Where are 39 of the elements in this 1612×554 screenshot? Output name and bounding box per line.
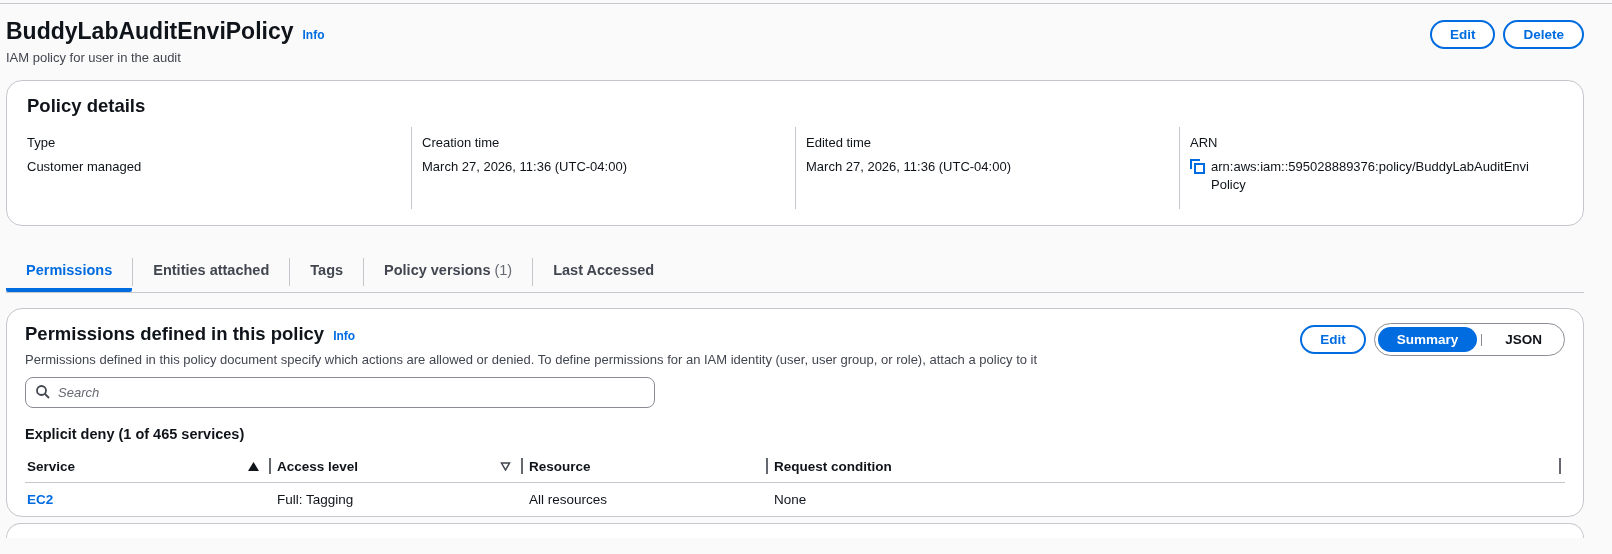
field-label: Edited time <box>806 135 873 150</box>
sort-ascending-icon[interactable] <box>248 461 259 471</box>
column-header[interactable]: Resource <box>529 458 591 474</box>
policy-description: IAM policy for user in the audit <box>6 50 182 65</box>
table-cell: None <box>774 492 807 507</box>
view-option[interactable]: Summary <box>1377 327 1478 352</box>
arn-value: arn:aws:iam::595028889376:policy/BuddyLabAuditEnviPolicy <box>1211 158 1529 194</box>
view-option[interactable]: JSON <box>1486 327 1561 352</box>
card-title: Permissions defined in this policy <box>25 323 325 345</box>
permissions-description: Permissions defined in this policy document specify which actions are allowed or denied. To define permissions for an IAM identity (user, user group, or role), attach a policy to it <box>25 352 1038 367</box>
info-link[interactable]: Info <box>302 28 325 42</box>
field-label: Type <box>27 135 57 150</box>
tab[interactable]: Policy versions (1) <box>364 252 533 292</box>
service-link[interactable]: EC2 <box>27 492 54 507</box>
tab[interactable]: Tags <box>290 252 364 292</box>
search-field[interactable]: Search <box>25 377 655 408</box>
copy-icon[interactable] <box>1190 159 1205 174</box>
tab[interactable]: Permissions <box>6 252 133 292</box>
edit-button[interactable]: Edit <box>1300 325 1366 354</box>
info-link[interactable]: Info <box>333 329 356 343</box>
tab[interactable]: Last Accessed <box>533 252 675 292</box>
field-label: Creation time <box>422 135 501 150</box>
section-title: Explicit deny (1 of 465 services) <box>25 426 246 442</box>
policy-title: BuddyLabAuditEnviPolicy <box>6 18 294 45</box>
sort-icon[interactable] <box>500 461 511 471</box>
column-header[interactable]: Service <box>27 458 76 474</box>
field-value: March 27, 2026, 11:36 (UTC-04:00) <box>806 158 1012 176</box>
card-title: Policy details <box>27 95 147 117</box>
edit-button[interactable]: Edit <box>1429 20 1496 49</box>
column-header[interactable]: Request condition <box>774 458 892 474</box>
field-value: March 27, 2026, 11:36 (UTC-04:00) <box>422 158 628 176</box>
field-label: ARN <box>1190 135 1219 150</box>
column-header[interactable]: Access level <box>277 458 359 474</box>
field-value: Customer managed <box>27 158 143 176</box>
search-icon <box>36 385 50 399</box>
table-cell: Full: Tagging <box>277 492 354 507</box>
tab[interactable]: Entities attached <box>133 252 290 292</box>
delete-button[interactable]: Delete <box>1503 20 1584 49</box>
table-cell: All resources <box>529 492 608 507</box>
